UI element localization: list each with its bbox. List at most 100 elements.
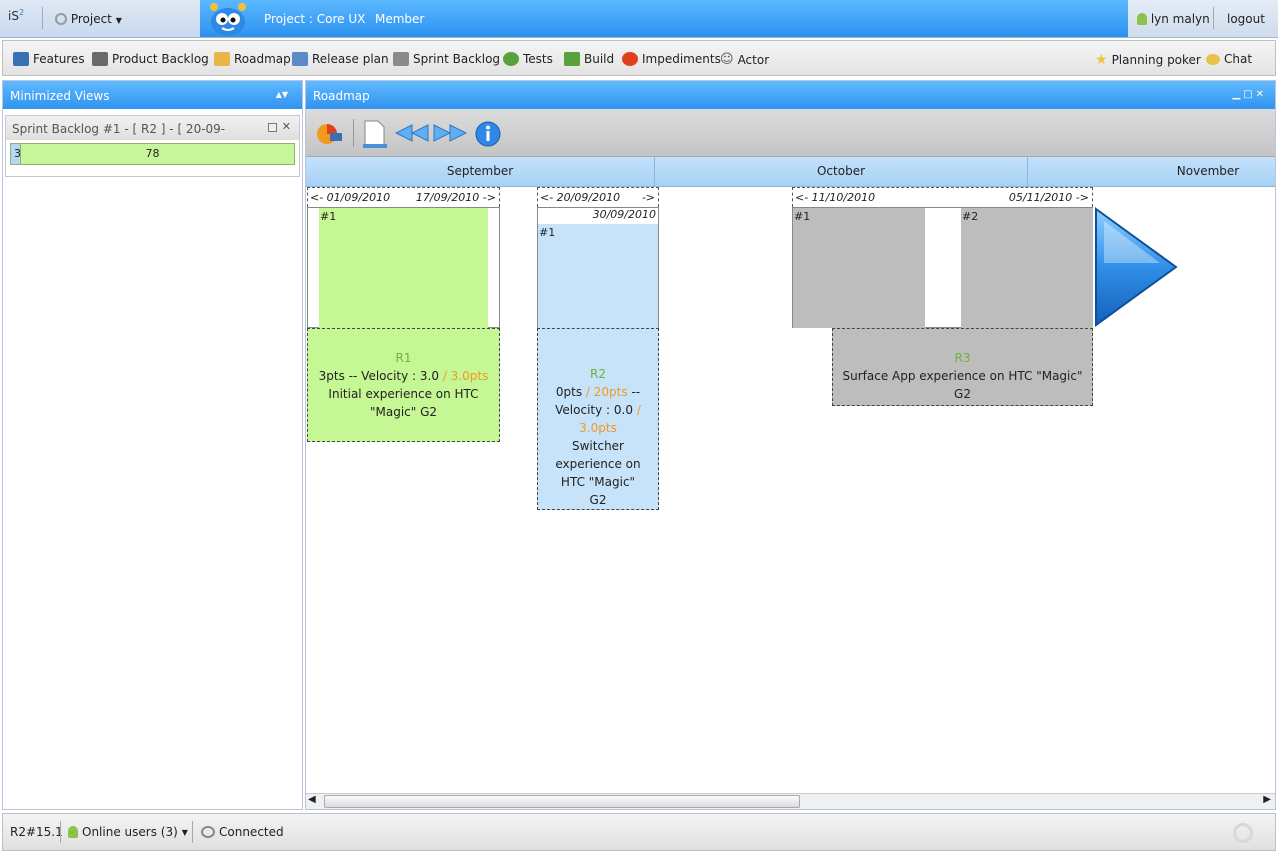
restore-icon[interactable] [268,123,277,132]
roadmap-timeline: <- 01/09/2010 17/09/2010 -> #1 R1 3pts -… [306,187,1275,793]
nav-sprint-backlog[interactable]: Sprint Backlog [393,52,500,66]
release-sprint-area: #1 [307,207,500,328]
release-end-date: 17/09/2010 -> [415,191,496,204]
scrollbar-thumb[interactable] [324,795,800,808]
sprint-block[interactable] [538,224,658,328]
main-navigation: Features Product Backlog Roadmap Release… [2,40,1276,76]
chevron-down-icon: ▼ [181,827,188,837]
project-menu[interactable]: Project ▼ [55,12,122,26]
release-stats: 3pts -- Velocity : 3.0 / 3.0pts [308,367,499,385]
nav-label: Features [33,52,85,66]
minimized-views-panel: Minimized Views ▲▼ Sprint Backlog #1 - [… [2,80,303,810]
sprint-tag: #2 [962,210,979,223]
sprint-tag: #1 [794,210,811,223]
logout-link[interactable]: logout [1227,12,1265,26]
release-points: 3pts [318,369,345,383]
release-start-date: <- 20/09/2010 [540,191,621,204]
release-capacity: / 3.0pts [442,369,489,383]
user-icon [68,826,78,838]
nav-impediments[interactable]: Impediments [622,52,721,66]
nav-label: Impediments [642,52,721,66]
next-arrow-icon[interactable] [1094,207,1178,327]
app-logo[interactable]: iS2 [8,8,24,23]
horizontal-scrollbar[interactable]: ◀ ▶ [306,793,1275,809]
header-divider [42,7,43,29]
release-start-date: <- 11/10/2010 [795,191,876,204]
sprint-block[interactable] [793,208,925,328]
maximize-icon[interactable]: □ [1243,89,1255,100]
release-velocity: -- Velocity : 3.0 [348,369,439,383]
nav-roadmap[interactable]: Roadmap [214,52,291,66]
nav-label: Planning poker [1111,53,1201,67]
online-users-menu[interactable]: Online users (3) ▼ [68,825,188,839]
scroll-left-icon[interactable]: ◀ [308,794,316,805]
release-stats: 0pts / 20pts -- [538,383,658,401]
panel-title: Minimized Views [10,89,110,103]
actor-icon: ☺ [720,52,734,67]
top-header: iS2 Project ▼ Project : Core UX Member l… [0,0,1278,38]
mascot-logo-icon [210,3,246,36]
collapse-icon[interactable]: ▲▼ [276,90,288,99]
rewind-icon[interactable] [394,123,430,143]
sprint-block[interactable] [319,208,488,328]
project-role: Member [375,12,425,26]
impediment-icon [622,52,638,66]
activity-spinner-icon [1233,823,1253,843]
minimize-icon[interactable]: ▁ [1232,89,1243,100]
status-divider [192,821,193,843]
folder-icon [214,52,230,66]
sprint-backlog-icon [393,52,409,66]
roadmap-toolbar [306,109,1275,157]
sprint-block[interactable] [961,208,1093,328]
roadmap-panel: Roadmap ▁□✕ September October November <… [305,80,1276,810]
nav-features[interactable]: Features [13,52,85,66]
widget-title: Sprint Backlog #1 - [ R2 ] - [ 20-09- [12,122,226,136]
username-label: lyn malyn [1150,12,1210,26]
nav-build[interactable]: Build [564,52,614,66]
release-date-range: <- 20/09/2010 -> [537,187,659,207]
gear-icon [55,13,67,25]
user-icon [1137,13,1147,25]
release-sprint-area: #1 #2 [792,207,1093,328]
features-icon [13,52,29,66]
info-icon[interactable] [474,120,502,148]
month-header: September October November [306,157,1275,187]
release-plan-icon [292,52,308,66]
backlog-icon [92,52,108,66]
document-icon[interactable] [362,119,388,149]
chart-icon[interactable] [314,121,346,145]
close-icon[interactable]: ✕ [282,120,291,133]
minimized-views-header: Minimized Views ▲▼ [3,81,302,109]
month-september: September [306,157,655,187]
nav-label: Build [584,52,615,66]
release-sprint-area: 30/09/2010 #1 [537,207,659,328]
sprint-backlog-widget[interactable]: Sprint Backlog #1 - [ R2 ] - [ 20-09- ✕ … [5,115,300,177]
scroll-right-icon[interactable]: ▶ [1263,794,1271,805]
nav-label: Actor [737,52,770,67]
user-menu[interactable]: lyn malyn [1137,12,1210,26]
status-divider [60,821,61,843]
connection-label: Connected [219,825,284,839]
nav-tests[interactable]: Tests [503,52,553,66]
nav-product-backlog[interactable]: Product Backlog [92,52,209,66]
release-description: Surface App experience on HTC "Magic" G2 [842,369,1083,401]
fast-forward-icon[interactable] [432,123,468,143]
month-november: November [1176,164,1240,178]
chevron-down-icon: ▼ [115,16,122,25]
release-card-r2[interactable]: R2 0pts / 20pts -- Velocity : 0.0 / 3.0p… [537,328,659,510]
sprint-tag: #1 [539,226,556,239]
release-name: R2 [590,367,606,381]
nav-actor[interactable]: ☺ Actor [720,52,769,67]
nav-chat[interactable]: Chat [1206,52,1252,66]
close-icon[interactable]: ✕ [1256,89,1267,100]
release-card-r3[interactable]: R3 Surface App experience on HTC "Magic"… [832,328,1093,406]
nav-planning-poker[interactable]: ★ Planning poker [1095,52,1201,68]
nav-release-plan[interactable]: Release plan [292,52,389,66]
release-card-r1[interactable]: R1 3pts -- Velocity : 3.0 / 3.0pts Initi… [307,328,500,442]
release-start-date: <- 01/09/2010 [310,191,391,204]
status-bar: R2#15.1 Online users (3) ▼ Connected [2,813,1276,851]
project-title: Project : Core UX [264,12,366,26]
tests-icon [503,52,519,66]
release-end-date: 05/11/2010 -> [1008,191,1089,204]
release-date-range: <- 11/10/2010 05/11/2010 -> [792,187,1093,207]
